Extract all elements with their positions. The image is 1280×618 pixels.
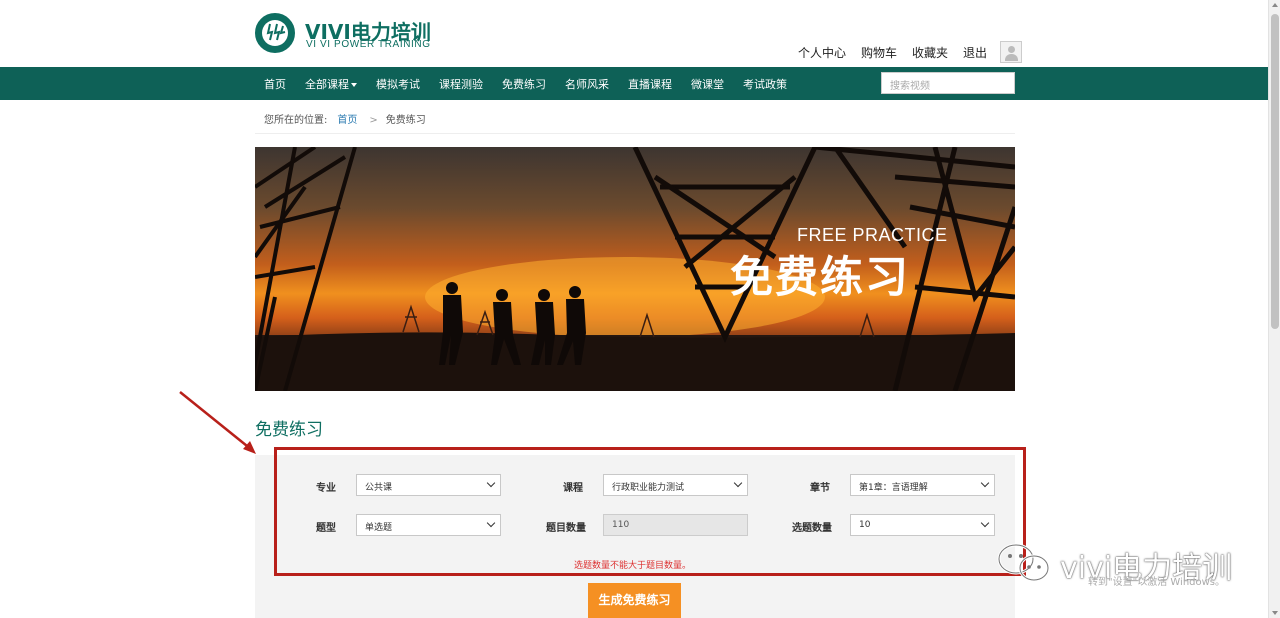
nav-item-free-practice[interactable]: 免费练习 (502, 76, 546, 92)
scroll-thumb[interactable] (1271, 14, 1279, 329)
breadcrumb-prefix: 您所在的位置: (264, 115, 328, 126)
main-nav: 首页 全部课程 模拟考试 课程测验 免费练习 名师风采 直播课程 微课堂 考试政… (0, 67, 1268, 100)
nav-item-mock-exam[interactable]: 模拟考试 (376, 76, 420, 92)
activate-windows-notice: 转到"设置"以激活 Windows。 (1088, 577, 1226, 588)
page: VIVI电力培训 VI VI POWER TRAINING 个人中心 购物车 收… (0, 0, 1280, 618)
user-links: 个人中心 购物车 收藏夹 退出 (798, 44, 1002, 61)
avatar[interactable] (1000, 41, 1022, 63)
site-logo[interactable]: VIVI电力培训 VI VI POWER TRAINING (255, 10, 431, 56)
section-title: 免费练习 (255, 420, 323, 440)
scroll-up-icon[interactable] (1272, 3, 1278, 7)
generate-practice-button[interactable]: 生成免费练习 (588, 583, 681, 618)
nav-item-exam-policy[interactable]: 考试政策 (743, 76, 787, 92)
search-input[interactable]: 搜索视频 (881, 72, 1015, 94)
link-favorites[interactable]: 收藏夹 (912, 44, 948, 61)
chevron-down-icon (351, 82, 357, 87)
breadcrumb-separator: > (369, 115, 378, 126)
chat-bubble-icon (997, 543, 1050, 582)
scrollbar[interactable] (1268, 0, 1280, 618)
banner-chinese-title: 免费练习 (730, 253, 910, 303)
link-logout[interactable]: 退出 (963, 44, 987, 61)
nav-item-course-quiz[interactable]: 课程测验 (439, 76, 483, 92)
nav-item-micro-class[interactable]: 微课堂 (691, 76, 724, 92)
lightning-icon (266, 23, 286, 41)
annotation-highlight-box (274, 447, 1026, 576)
scroll-down-icon[interactable] (1272, 611, 1278, 615)
brand-subtitle: VI VI POWER TRAINING (306, 39, 431, 50)
nav-item-live[interactable]: 直播课程 (628, 76, 672, 92)
banner: FREE PRACTICE 免费练习 (255, 147, 1015, 391)
link-user-center[interactable]: 个人中心 (798, 44, 846, 61)
nav-item-teachers[interactable]: 名师风采 (565, 76, 609, 92)
breadcrumb-home-link[interactable]: 首页 (337, 115, 357, 126)
link-cart[interactable]: 购物车 (861, 44, 897, 61)
nav-item-all-courses-label: 全部课程 (305, 77, 349, 91)
breadcrumb: 您所在的位置: 首页 > 免费练习 (264, 111, 426, 126)
nav-items: 首页 全部课程 模拟考试 课程测验 免费练习 名师风采 直播课程 微课堂 考试政… (264, 67, 806, 100)
divider (255, 133, 1015, 134)
nav-item-home[interactable]: 首页 (264, 76, 286, 92)
site-header: VIVI电力培训 VI VI POWER TRAINING 个人中心 购物车 收… (0, 0, 1268, 67)
nav-item-all-courses[interactable]: 全部课程 (305, 76, 357, 92)
breadcrumb-current: 免费练习 (385, 115, 426, 126)
